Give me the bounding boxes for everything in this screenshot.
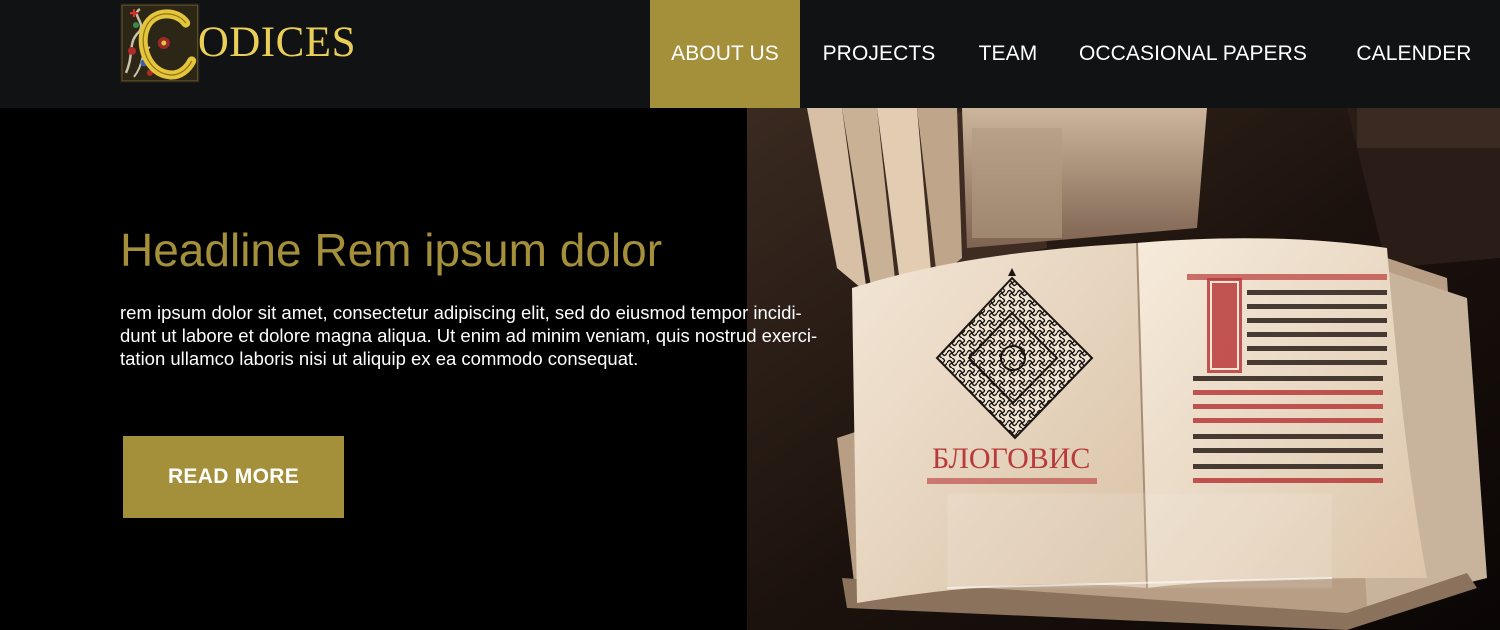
codices-logo[interactable]: ODICES (120, 2, 356, 84)
hero-body-text: rem ipsum dolor sit amet, consectetur ad… (120, 301, 870, 370)
nav-occasional-papers[interactable]: OCCASIONAL PAPERS (1058, 0, 1328, 108)
hero-section: БЛОГОВИС Headline Rem ipsum dolor rem ip… (0, 108, 1500, 630)
hero-body-line: rem ipsum dolor sit amet, consectetur ad… (120, 302, 802, 323)
read-more-button[interactable]: READ MORE (123, 436, 344, 518)
hero-body-line: tation ullamco laboris nisi ut aliquip e… (120, 348, 639, 369)
main-navigation: ABOUT US PROJECTS TEAM OCCASIONAL PAPERS… (650, 0, 1500, 108)
nav-projects[interactable]: PROJECTS (800, 0, 958, 108)
nav-calender[interactable]: CALENDER (1328, 0, 1500, 108)
svg-text:БЛОГОВИС: БЛОГОВИС (932, 442, 1090, 475)
nav-team[interactable]: TEAM (958, 0, 1058, 108)
nav-about-us[interactable]: ABOUT US (650, 0, 800, 108)
brand-wordmark: ODICES (197, 18, 356, 66)
site-header: ODICES ABOUT US PROJECTS TEAM OCCASIONAL… (0, 0, 1500, 108)
illuminated-initial-c-icon (120, 3, 200, 83)
hero-body-line: dunt ut labore et dolore magna aliqua. U… (120, 325, 818, 346)
hero-headline: Headline Rem ipsum dolor (120, 224, 663, 276)
